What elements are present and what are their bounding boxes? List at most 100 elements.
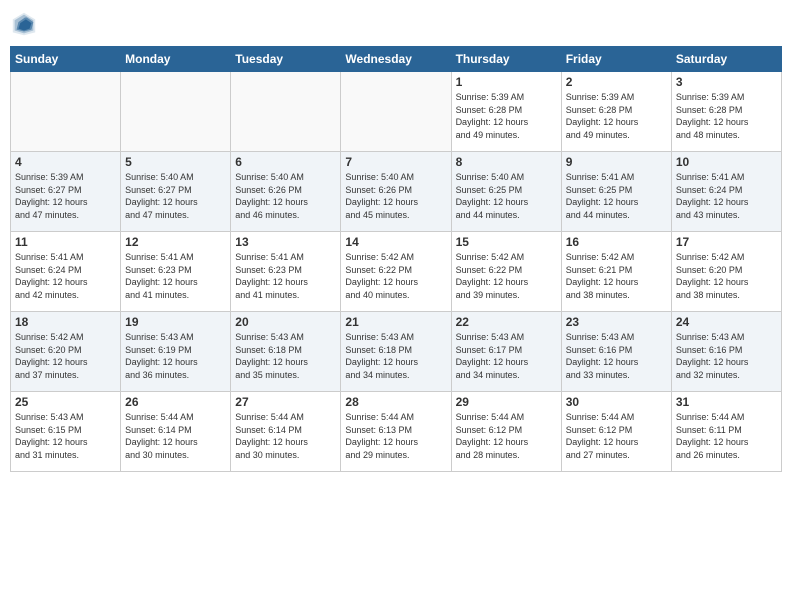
day-number: 4 (15, 155, 116, 169)
page-header (10, 10, 782, 38)
day-number: 15 (456, 235, 557, 249)
day-number: 18 (15, 315, 116, 329)
day-number: 1 (456, 75, 557, 89)
day-number: 24 (676, 315, 777, 329)
day-info: Sunrise: 5:42 AM Sunset: 6:20 PM Dayligh… (15, 331, 116, 381)
day-info: Sunrise: 5:41 AM Sunset: 6:25 PM Dayligh… (566, 171, 667, 221)
weekday-header-row: SundayMondayTuesdayWednesdayThursdayFrid… (11, 47, 782, 72)
day-number: 12 (125, 235, 226, 249)
day-number: 20 (235, 315, 336, 329)
day-info: Sunrise: 5:39 AM Sunset: 6:28 PM Dayligh… (676, 91, 777, 141)
calendar-cell: 22 Sunrise: 5:43 AM Sunset: 6:17 PM Dayli… (451, 312, 561, 392)
day-info: Sunrise: 5:43 AM Sunset: 6:17 PM Dayligh… (456, 331, 557, 381)
day-info: Sunrise: 5:42 AM Sunset: 6:22 PM Dayligh… (345, 251, 446, 301)
day-info: Sunrise: 5:43 AM Sunset: 6:19 PM Dayligh… (125, 331, 226, 381)
day-number: 28 (345, 395, 446, 409)
day-info: Sunrise: 5:44 AM Sunset: 6:12 PM Dayligh… (456, 411, 557, 461)
calendar-cell: 13 Sunrise: 5:41 AM Sunset: 6:23 PM Dayli… (231, 232, 341, 312)
calendar-cell (11, 72, 121, 152)
calendar-cell: 1 Sunrise: 5:39 AM Sunset: 6:28 PM Daylig… (451, 72, 561, 152)
day-number: 21 (345, 315, 446, 329)
calendar-cell (341, 72, 451, 152)
day-info: Sunrise: 5:42 AM Sunset: 6:21 PM Dayligh… (566, 251, 667, 301)
weekday-header: Sunday (11, 47, 121, 72)
calendar-cell: 6 Sunrise: 5:40 AM Sunset: 6:26 PM Daylig… (231, 152, 341, 232)
weekday-header: Wednesday (341, 47, 451, 72)
day-info: Sunrise: 5:42 AM Sunset: 6:22 PM Dayligh… (456, 251, 557, 301)
logo[interactable] (10, 10, 42, 38)
calendar-cell: 28 Sunrise: 5:44 AM Sunset: 6:13 PM Dayli… (341, 392, 451, 472)
day-info: Sunrise: 5:39 AM Sunset: 6:28 PM Dayligh… (566, 91, 667, 141)
day-info: Sunrise: 5:42 AM Sunset: 6:20 PM Dayligh… (676, 251, 777, 301)
calendar-cell: 27 Sunrise: 5:44 AM Sunset: 6:14 PM Dayli… (231, 392, 341, 472)
calendar-cell: 25 Sunrise: 5:43 AM Sunset: 6:15 PM Dayli… (11, 392, 121, 472)
day-number: 13 (235, 235, 336, 249)
day-info: Sunrise: 5:44 AM Sunset: 6:13 PM Dayligh… (345, 411, 446, 461)
calendar-cell: 9 Sunrise: 5:41 AM Sunset: 6:25 PM Daylig… (561, 152, 671, 232)
calendar-cell: 21Sunrise: 5:43 AM Sunset: 6:18 PM Dayli… (341, 312, 451, 392)
calendar-cell: 26 Sunrise: 5:44 AM Sunset: 6:14 PM Dayli… (121, 392, 231, 472)
calendar-cell: 5 Sunrise: 5:40 AM Sunset: 6:27 PM Daylig… (121, 152, 231, 232)
day-number: 16 (566, 235, 667, 249)
calendar-week-row: 11 Sunrise: 5:41 AM Sunset: 6:24 PM Dayli… (11, 232, 782, 312)
day-info: Sunrise: 5:40 AM Sunset: 6:26 PM Dayligh… (345, 171, 446, 221)
day-number: 26 (125, 395, 226, 409)
calendar-cell: 30Sunrise: 5:44 AM Sunset: 6:12 PM Dayli… (561, 392, 671, 472)
day-number: 25 (15, 395, 116, 409)
day-number: 5 (125, 155, 226, 169)
calendar-cell: 18 Sunrise: 5:42 AM Sunset: 6:20 PM Dayli… (11, 312, 121, 392)
day-info: Sunrise: 5:44 AM Sunset: 6:11 PM Dayligh… (676, 411, 777, 461)
weekday-header: Tuesday (231, 47, 341, 72)
day-info: Sunrise: 5:40 AM Sunset: 6:27 PM Dayligh… (125, 171, 226, 221)
calendar-cell: 14 Sunrise: 5:42 AM Sunset: 6:22 PM Dayli… (341, 232, 451, 312)
day-info: Sunrise: 5:41 AM Sunset: 6:24 PM Dayligh… (15, 251, 116, 301)
day-number: 27 (235, 395, 336, 409)
day-info: Sunrise: 5:44 AM Sunset: 6:14 PM Dayligh… (125, 411, 226, 461)
day-number: 10 (676, 155, 777, 169)
calendar-cell: 24 Sunrise: 5:43 AM Sunset: 6:16 PM Dayli… (671, 312, 781, 392)
calendar-cell: 10Sunrise: 5:41 AM Sunset: 6:24 PM Dayli… (671, 152, 781, 232)
calendar-table: SundayMondayTuesdayWednesdayThursdayFrid… (10, 46, 782, 472)
calendar-week-row: 4 Sunrise: 5:39 AM Sunset: 6:27 PM Daylig… (11, 152, 782, 232)
day-number: 7 (345, 155, 446, 169)
calendar-cell: 4 Sunrise: 5:39 AM Sunset: 6:27 PM Daylig… (11, 152, 121, 232)
day-info: Sunrise: 5:43 AM Sunset: 6:18 PM Dayligh… (235, 331, 336, 381)
weekday-header: Monday (121, 47, 231, 72)
day-info: Sunrise: 5:40 AM Sunset: 6:26 PM Dayligh… (235, 171, 336, 221)
day-info: Sunrise: 5:39 AM Sunset: 6:27 PM Dayligh… (15, 171, 116, 221)
day-number: 19 (125, 315, 226, 329)
day-number: 9 (566, 155, 667, 169)
day-number: 11 (15, 235, 116, 249)
day-number: 17 (676, 235, 777, 249)
day-number: 22 (456, 315, 557, 329)
day-info: Sunrise: 5:43 AM Sunset: 6:15 PM Dayligh… (15, 411, 116, 461)
day-info: Sunrise: 5:43 AM Sunset: 6:16 PM Dayligh… (676, 331, 777, 381)
day-number: 14 (345, 235, 446, 249)
calendar-cell: 2 Sunrise: 5:39 AM Sunset: 6:28 PM Daylig… (561, 72, 671, 152)
day-info: Sunrise: 5:44 AM Sunset: 6:14 PM Dayligh… (235, 411, 336, 461)
day-number: 31 (676, 395, 777, 409)
weekday-header: Saturday (671, 47, 781, 72)
day-number: 8 (456, 155, 557, 169)
calendar-cell: 8 Sunrise: 5:40 AM Sunset: 6:25 PM Daylig… (451, 152, 561, 232)
day-info: Sunrise: 5:39 AM Sunset: 6:28 PM Dayligh… (456, 91, 557, 141)
calendar-cell: 11 Sunrise: 5:41 AM Sunset: 6:24 PM Dayli… (11, 232, 121, 312)
weekday-header: Thursday (451, 47, 561, 72)
calendar-week-row: 25 Sunrise: 5:43 AM Sunset: 6:15 PM Dayli… (11, 392, 782, 472)
day-number: 30 (566, 395, 667, 409)
day-info: Sunrise: 5:40 AM Sunset: 6:25 PM Dayligh… (456, 171, 557, 221)
weekday-header: Friday (561, 47, 671, 72)
day-info: Sunrise: 5:41 AM Sunset: 6:23 PM Dayligh… (125, 251, 226, 301)
day-number: 2 (566, 75, 667, 89)
calendar-week-row: 18 Sunrise: 5:42 AM Sunset: 6:20 PM Dayli… (11, 312, 782, 392)
day-number: 6 (235, 155, 336, 169)
calendar-cell: 12 Sunrise: 5:41 AM Sunset: 6:23 PM Dayli… (121, 232, 231, 312)
calendar-cell: 3 Sunrise: 5:39 AM Sunset: 6:28 PM Daylig… (671, 72, 781, 152)
calendar-cell: 23Sunrise: 5:43 AM Sunset: 6:16 PM Dayli… (561, 312, 671, 392)
day-info: Sunrise: 5:41 AM Sunset: 6:23 PM Dayligh… (235, 251, 336, 301)
calendar-cell: 29Sunrise: 5:44 AM Sunset: 6:12 PM Dayli… (451, 392, 561, 472)
calendar-cell (231, 72, 341, 152)
calendar-cell: 31 Sunrise: 5:44 AM Sunset: 6:11 PM Dayli… (671, 392, 781, 472)
calendar-week-row: 1 Sunrise: 5:39 AM Sunset: 6:28 PM Daylig… (11, 72, 782, 152)
day-number: 3 (676, 75, 777, 89)
